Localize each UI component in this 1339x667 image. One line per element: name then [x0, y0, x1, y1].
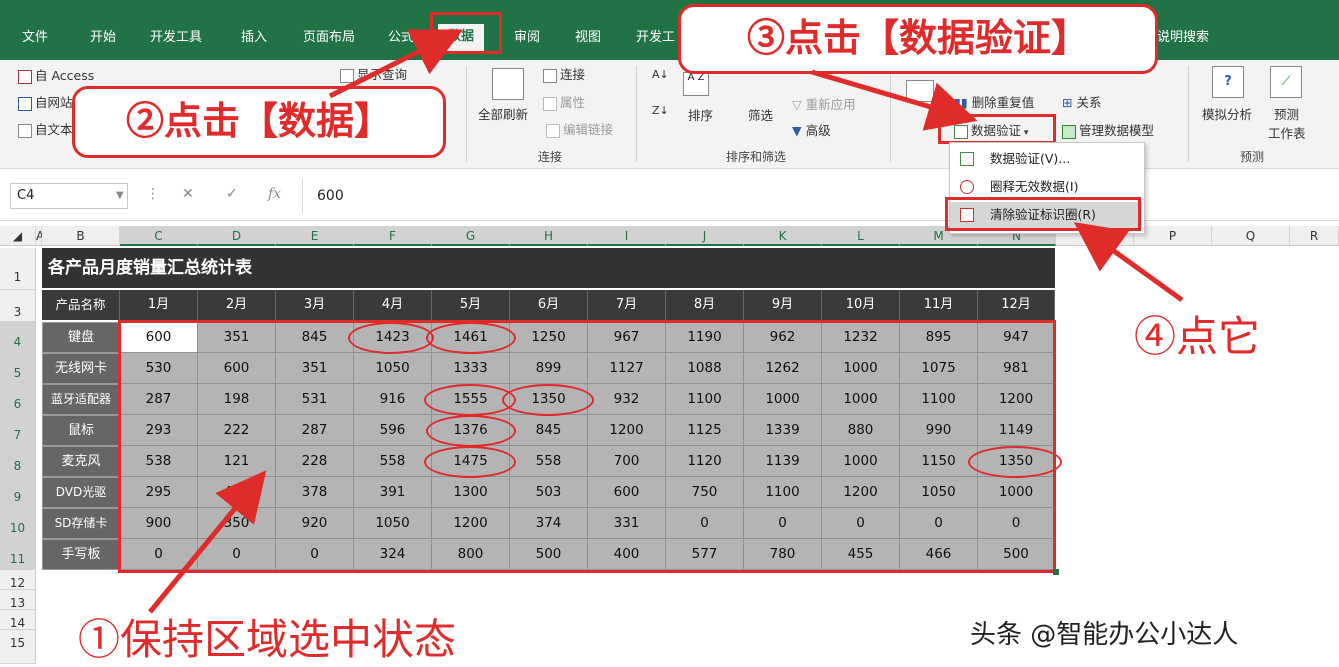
arrow-to-data-tab	[328, 29, 463, 99]
arrow-to-selection	[148, 470, 267, 614]
arrow-to-clear-circles	[1073, 222, 1184, 303]
annotation-arrows	[148, 29, 1184, 614]
arrow-to-data-validation	[811, 69, 978, 131]
watermark: 头条 @智能办公小达人	[970, 620, 1239, 650]
